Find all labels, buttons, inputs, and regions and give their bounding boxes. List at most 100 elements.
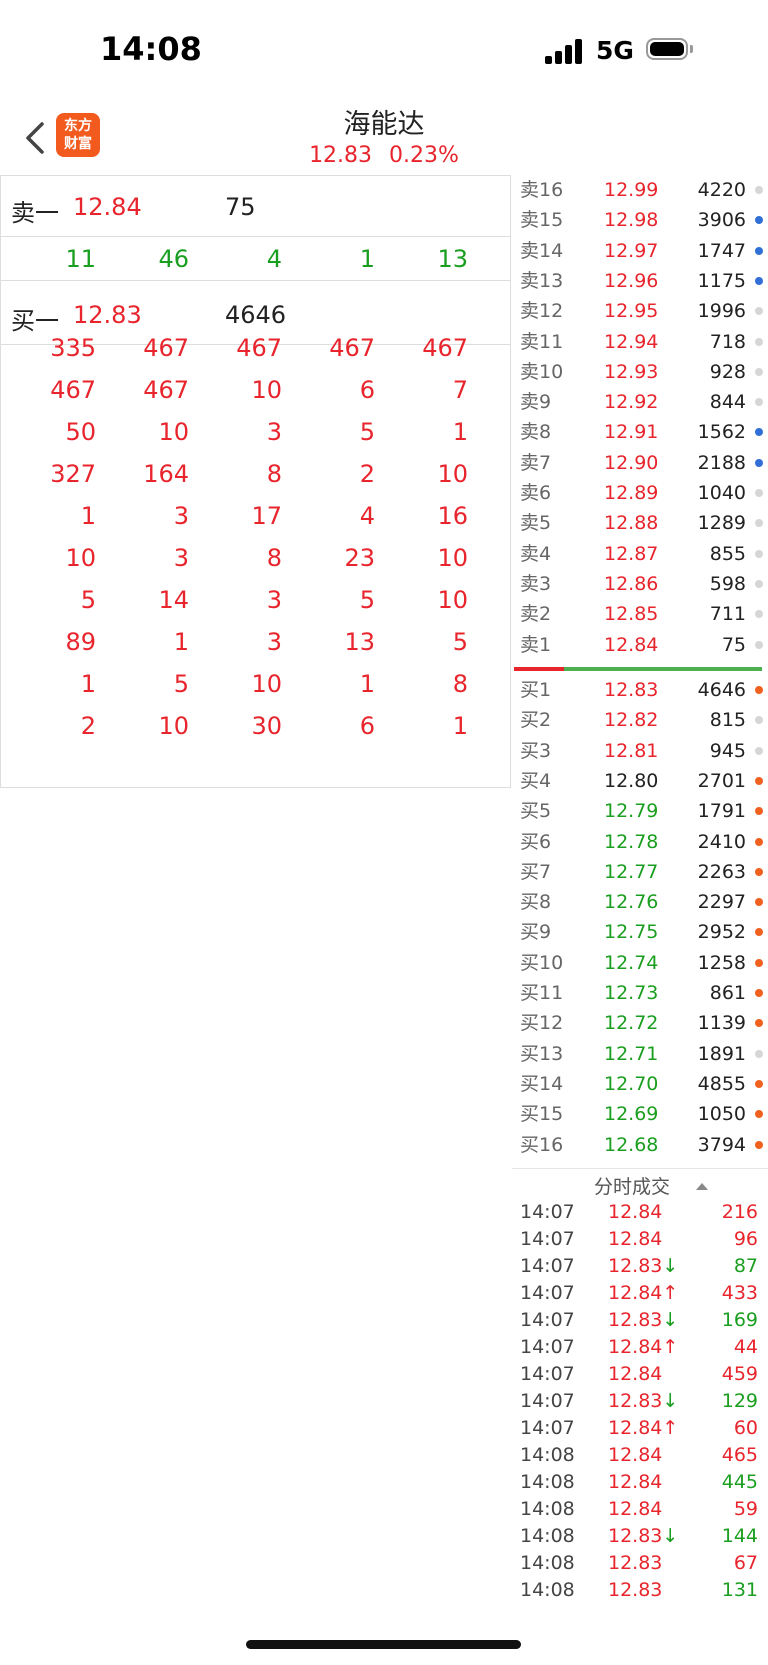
order-level-label: 买3 — [520, 739, 552, 762]
order-book-row[interactable]: 卖14 12.97 1747 — [512, 236, 768, 266]
order-book-row[interactable]: 买3 12.81 945 — [512, 736, 768, 766]
order-level-label: 买13 — [520, 1042, 564, 1065]
tick-trade-row[interactable]: 14:07 12.84↑ 60 — [512, 1415, 768, 1442]
tick-trade-row[interactable]: 14:07 12.84 459 — [512, 1361, 768, 1388]
order-book-row[interactable]: 买4 12.80 2701 — [512, 766, 768, 796]
trade-volume: 144 — [721, 1525, 758, 1547]
tick-trade-row[interactable]: 14:07 12.84 96 — [512, 1226, 768, 1253]
order-book-row[interactable]: 卖12 12.95 1996 — [512, 296, 768, 326]
order-book-row[interactable]: 买11 12.73 861 — [512, 978, 768, 1008]
trade-time: 14:07 — [520, 1390, 575, 1412]
tick-trade-row[interactable]: 14:08 12.83 67 — [512, 1550, 768, 1577]
order-book-row[interactable]: 买12 12.72 1139 — [512, 1008, 768, 1038]
order-level-label: 买15 — [520, 1103, 564, 1126]
stock-name: 海能达 — [343, 109, 425, 140]
tick-trades-header[interactable]: 分时成交 — [512, 1168, 768, 1199]
bid-queue-cell: 14 — [158, 586, 189, 614]
bid-queue-cell: 89 — [65, 628, 96, 656]
order-book-row[interactable]: 卖8 12.91 1562 — [512, 417, 768, 447]
tick-trade-row[interactable]: 14:07 12.83↓ 169 — [512, 1307, 768, 1334]
bid-queue-cell: 1 — [173, 628, 189, 656]
order-book-row[interactable]: 买13 12.71 1891 — [512, 1039, 768, 1069]
trade-price-value: 12.83 — [608, 1579, 663, 1601]
order-book-row[interactable]: 卖7 12.90 2188 — [512, 448, 768, 478]
order-book-row[interactable]: 买6 12.78 2410 — [512, 827, 768, 857]
trade-time: 14:07 — [520, 1228, 575, 1250]
level-marker-dot-icon — [755, 1140, 763, 1149]
order-book-row[interactable]: 买10 12.74 1258 — [512, 948, 768, 978]
trade-price: 12.84 — [608, 1496, 662, 1523]
trade-price-value: 12.83 — [608, 1309, 663, 1331]
order-book-row[interactable]: 买5 12.79 1791 — [512, 796, 768, 826]
home-indicator[interactable] — [246, 1640, 521, 1649]
bid-queue-cell: 10 — [251, 670, 282, 698]
trade-price-value: 12.83 — [608, 1255, 663, 1277]
order-level-label: 买4 — [520, 769, 552, 792]
order-level-label: 卖11 — [520, 330, 564, 353]
order-level-label: 买10 — [520, 951, 564, 974]
bid-queue-cell: 13 — [344, 628, 375, 656]
order-book-row[interactable]: 卖3 12.86 598 — [512, 569, 768, 599]
trade-volume: 131 — [721, 1579, 758, 1601]
bid-queue-cell: 327 — [50, 460, 96, 488]
order-book-row[interactable]: 卖16 12.99 4220 — [512, 175, 768, 205]
order-level-volume: 1040 — [697, 482, 746, 504]
tick-trade-row[interactable]: 14:07 12.84↑ 44 — [512, 1334, 768, 1361]
order-level-price: 12.85 — [604, 603, 659, 626]
level-marker-dot-icon — [755, 716, 763, 725]
trade-price: 12.83 — [608, 1550, 662, 1577]
tick-trade-row[interactable]: 14:07 12.84 216 — [512, 1199, 768, 1226]
tick-trade-row[interactable]: 14:08 12.84 465 — [512, 1442, 768, 1469]
order-book-row[interactable]: 买2 12.82 815 — [512, 705, 768, 735]
order-level-label: 买8 — [520, 891, 552, 914]
order-book-row[interactable]: 卖1 12.84 75 — [512, 630, 768, 660]
order-level-label: 买14 — [520, 1072, 564, 1095]
tick-trade-row[interactable]: 14:08 12.83↓ 144 — [512, 1523, 768, 1550]
bid-queue-cell: 4 — [359, 502, 375, 530]
arrow-up-icon: ↑ — [662, 1282, 679, 1304]
order-level-price: 12.96 — [604, 269, 659, 292]
trade-price: 12.84↑ — [608, 1334, 678, 1361]
order-book-row[interactable]: 买16 12.68 3794 — [512, 1130, 768, 1160]
order-book-row[interactable]: 卖4 12.87 855 — [512, 539, 768, 569]
trade-volume: 67 — [733, 1552, 758, 1574]
order-book-row[interactable]: 买8 12.76 2297 — [512, 887, 768, 917]
bid-queue-cell: 7 — [452, 376, 468, 404]
ask-one-row[interactable]: 卖一 12.84 75 — [1, 176, 510, 237]
order-book-row[interactable]: 买15 12.69 1050 — [512, 1099, 768, 1129]
order-book-row[interactable]: 卖11 12.94 718 — [512, 327, 768, 357]
trade-price: 12.83↓ — [608, 1307, 678, 1334]
order-level-price: 12.73 — [604, 982, 659, 1004]
order-level-volume: 3906 — [697, 209, 746, 232]
bid-queue-cell: 2 — [80, 712, 96, 740]
level-marker-dot-icon — [755, 989, 763, 997]
tick-trade-row[interactable]: 14:07 12.83↓ 87 — [512, 1253, 768, 1280]
order-book-row[interactable]: 卖15 12.98 3906 — [512, 205, 768, 235]
tick-trade-row[interactable]: 14:08 12.83 131 — [512, 1577, 768, 1604]
order-level-label: 卖9 — [520, 391, 552, 414]
tick-trade-row[interactable]: 14:07 12.83↓ 129 — [512, 1388, 768, 1415]
order-book-row[interactable]: 卖2 12.85 711 — [512, 599, 768, 629]
order-book-row[interactable]: 买7 12.77 2263 — [512, 857, 768, 887]
tick-trade-row[interactable]: 14:08 12.84 59 — [512, 1496, 768, 1523]
trade-time: 14:08 — [520, 1579, 575, 1601]
order-level-volume: 75 — [721, 633, 746, 656]
order-book-row[interactable]: 卖13 12.96 1175 — [512, 266, 768, 296]
order-level-price: 12.87 — [604, 542, 659, 565]
tick-trade-row[interactable]: 14:07 12.84↑ 433 — [512, 1280, 768, 1307]
trade-price: 12.83 — [608, 1577, 662, 1604]
order-book-row[interactable]: 卖6 12.89 1040 — [512, 478, 768, 508]
order-book-row[interactable]: 买1 12.83 4646 — [512, 675, 768, 705]
order-book-row[interactable]: 买14 12.70 4855 — [512, 1069, 768, 1099]
order-level-volume: 1891 — [697, 1042, 746, 1065]
order-book-row[interactable]: 买9 12.75 2952 — [512, 917, 768, 947]
order-book-row[interactable]: 卖5 12.88 1289 — [512, 508, 768, 538]
order-level-price: 12.79 — [604, 800, 659, 823]
order-book-row[interactable]: 卖9 12.92 844 — [512, 387, 768, 417]
order-level-price: 12.99 — [604, 179, 659, 201]
order-level-volume: 945 — [709, 739, 746, 762]
bid-queue-cell: 3 — [266, 628, 282, 656]
order-book-row[interactable]: 卖10 12.93 928 — [512, 357, 768, 387]
tick-trade-row[interactable]: 14:08 12.84 445 — [512, 1469, 768, 1496]
bid-queue-cell: 8 — [452, 670, 468, 698]
